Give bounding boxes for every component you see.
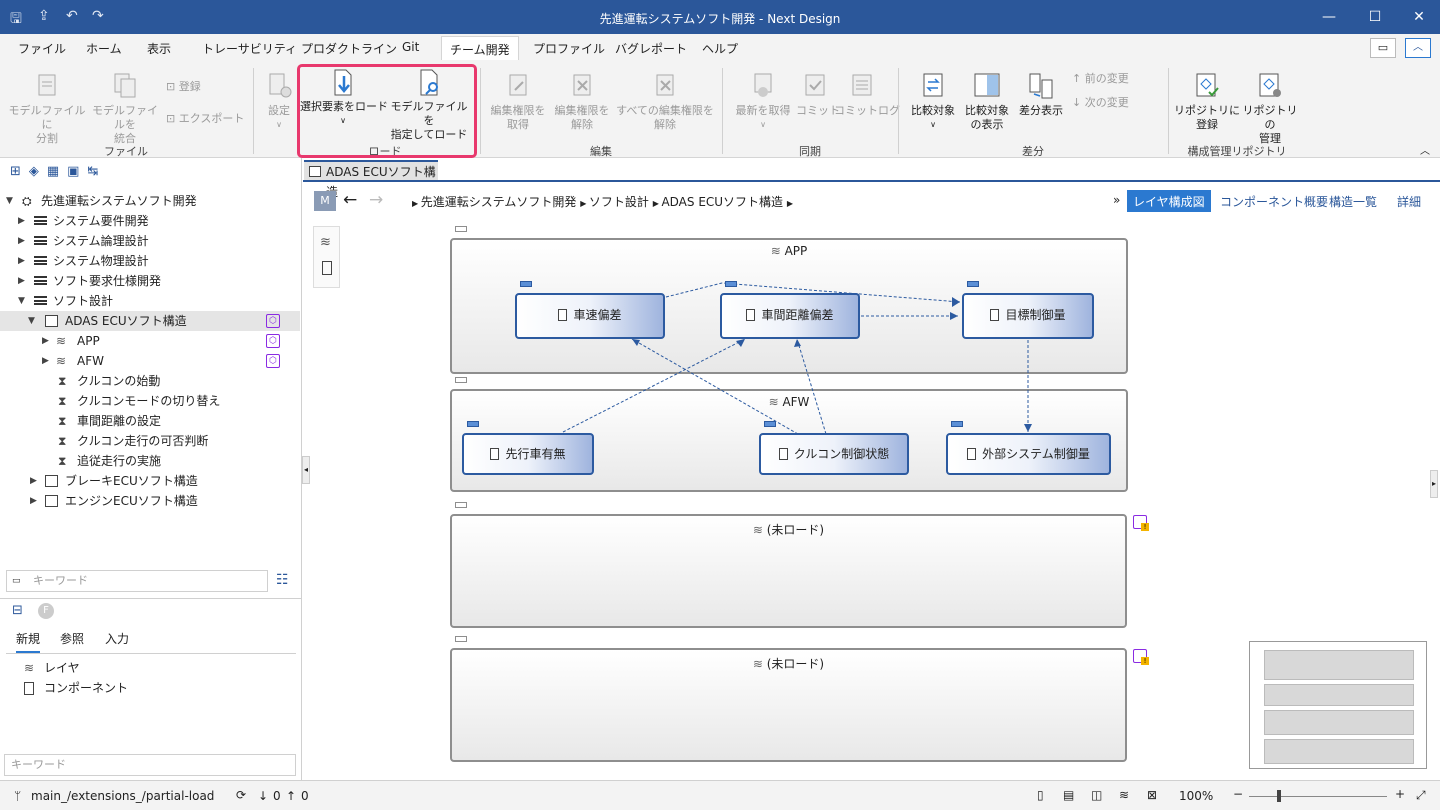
component-icon xyxy=(746,309,756,321)
component-external-system-control[interactable]: 外部システム制御量 xyxy=(946,433,1111,475)
component-cruise-control-state[interactable]: クルコン制御状態 xyxy=(759,433,909,475)
pull-count: 0 xyxy=(273,789,281,803)
component-distance-diff[interactable]: 車間距離偏差 xyxy=(720,293,860,339)
component-icon xyxy=(967,448,977,460)
arrow-head xyxy=(950,312,958,320)
component-icon xyxy=(778,448,788,460)
status-bar: ᛘ main_/extensions_/partial-load ⟳ ↓ 0 ↑… xyxy=(0,780,1440,810)
zoom-level: 100% xyxy=(1179,789,1214,803)
component-tag xyxy=(520,281,532,287)
zoom-out-button[interactable]: − xyxy=(1233,787,1243,801)
connector xyxy=(631,338,799,435)
component-vehicle-speed-diff[interactable]: 車速偏差 xyxy=(515,293,665,339)
arrow-head xyxy=(632,339,640,346)
component-icon xyxy=(558,309,568,321)
zoom-in-button[interactable]: + xyxy=(1395,787,1405,801)
diagram-connectors xyxy=(562,282,1032,435)
arrow-down-icon: ↓ xyxy=(258,789,269,803)
minimap-layer xyxy=(1264,710,1414,735)
minimap-layer xyxy=(1264,650,1414,680)
branch-name[interactable]: main_/extensions_/partial-load xyxy=(31,789,214,803)
arrow-head xyxy=(952,297,960,307)
minimap-toggle-icon[interactable]: ⊠ xyxy=(1147,788,1157,802)
component-icon xyxy=(490,448,500,460)
minimap-layer xyxy=(1264,684,1414,706)
zoom-slider-thumb[interactable] xyxy=(1277,790,1281,802)
minimap-layer xyxy=(1264,739,1414,764)
push-count: 0 xyxy=(301,789,309,803)
connector xyxy=(796,338,827,435)
component-tag xyxy=(764,421,776,427)
layer-toggle-icon[interactable]: ≋ xyxy=(1119,788,1129,802)
component-tag xyxy=(951,421,963,427)
minimap[interactable] xyxy=(1249,641,1427,769)
layout-vertical-icon[interactable]: ◫ xyxy=(1091,788,1102,802)
component-icon xyxy=(990,309,1000,321)
sync-icon[interactable]: ⟳ xyxy=(236,788,246,802)
fit-screen-icon[interactable]: ⤢ xyxy=(1416,788,1426,803)
component-preceding-vehicle[interactable]: 先行車有無 xyxy=(462,433,594,475)
arrow-head xyxy=(794,339,801,347)
layout-single-icon[interactable]: ▯ xyxy=(1037,788,1044,802)
zoom-slider[interactable] xyxy=(1249,796,1387,797)
component-tag xyxy=(467,421,479,427)
component-tag xyxy=(725,281,737,287)
branch-icon: ᛘ xyxy=(14,789,22,803)
component-tag xyxy=(967,281,979,287)
arrow-head xyxy=(1024,424,1032,432)
component-target-control[interactable]: 目標制御量 xyxy=(962,293,1094,339)
arrow-up-icon: ↑ xyxy=(286,789,297,803)
connector xyxy=(562,338,746,433)
layout-horizontal-icon[interactable]: ▤ xyxy=(1063,788,1074,802)
